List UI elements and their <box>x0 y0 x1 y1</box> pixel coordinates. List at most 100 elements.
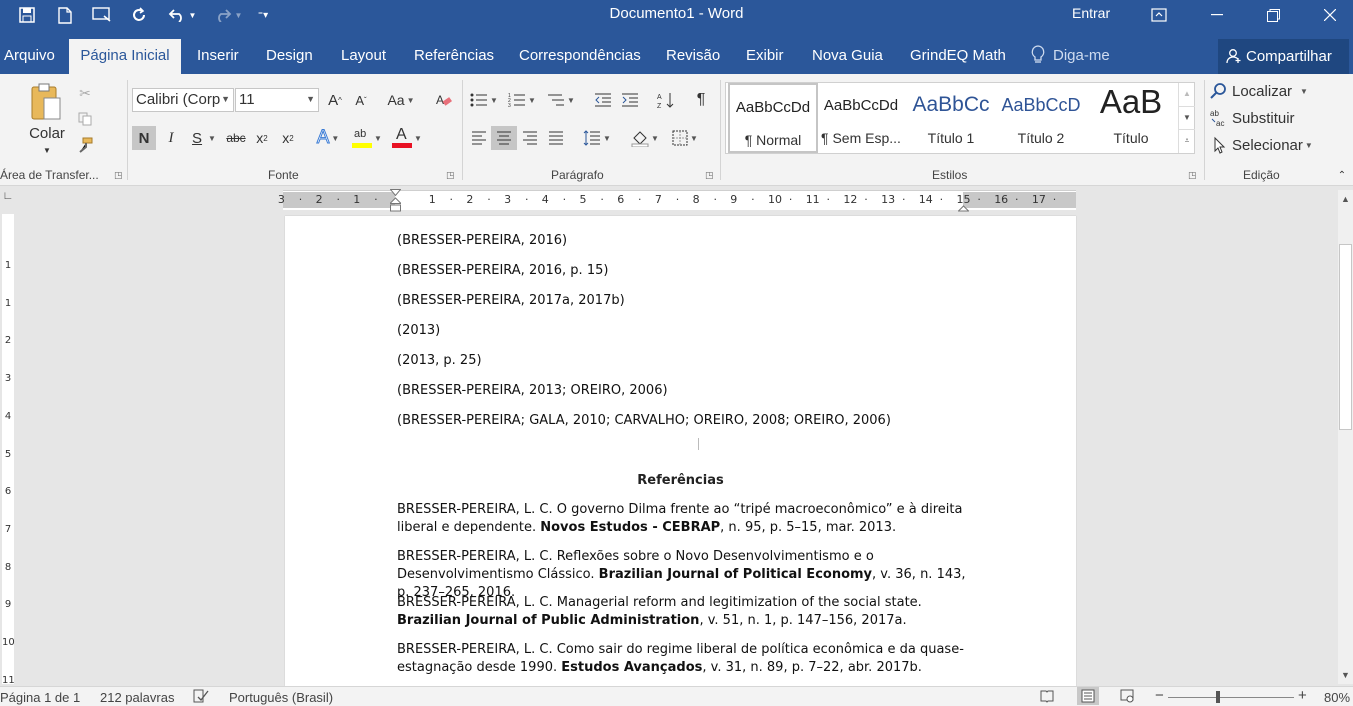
new-doc-icon[interactable] <box>50 0 80 30</box>
style-titulo-2[interactable]: AaBbCcD Título 2 <box>996 83 1086 153</box>
sign-in-link[interactable]: Entrar <box>1072 5 1110 21</box>
tab-design[interactable]: Design <box>266 47 313 64</box>
citation-paragraph[interactable]: (BRESSER-PEREIRA, 2013; OREIRO, 2006) <box>397 383 668 398</box>
zoom-slider-track[interactable] <box>1168 697 1294 698</box>
proofing-icon[interactable] <box>193 689 209 706</box>
tab-layout[interactable]: Layout <box>341 47 386 64</box>
redo-repeat-icon[interactable] <box>124 0 154 30</box>
minimize-icon[interactable] <box>1194 0 1240 30</box>
font-size-combo[interactable]: 11 ▼ <box>235 88 319 112</box>
gallery-down-icon[interactable]: ▼ <box>1179 106 1195 129</box>
vertical-ruler[interactable]: 1123456789101112 <box>2 214 15 686</box>
superscript-icon[interactable]: x2 <box>277 126 299 150</box>
reference-entry[interactable]: BRESSER-PEREIRA, L. C. Como sair do regi… <box>397 641 967 677</box>
restore-icon[interactable] <box>1250 0 1296 30</box>
zoom-out-button[interactable]: − <box>1155 687 1164 704</box>
ribbon-display-options-icon[interactable] <box>1136 0 1182 30</box>
style-normal[interactable]: AaBbCcDd ¶ Normal <box>728 83 818 153</box>
style-titulo-1[interactable]: AaBbCc Título 1 <box>906 83 996 153</box>
borders-icon[interactable]: ▼ <box>666 126 704 150</box>
sort-icon[interactable]: AZ <box>654 88 678 112</box>
web-layout-icon[interactable] <box>1120 689 1134 706</box>
style-titulo[interactable]: AaB Título <box>1086 83 1176 153</box>
increase-indent-icon[interactable] <box>618 88 642 112</box>
select-button[interactable]: Selecionar ▼ <box>1210 134 1320 156</box>
scroll-down-icon[interactable]: ▼ <box>1338 670 1353 680</box>
align-center-icon[interactable] <box>491 126 517 150</box>
find-button[interactable]: Localizar ▼ <box>1210 80 1320 102</box>
citation-paragraph[interactable]: (2013) <box>397 323 440 338</box>
citation-paragraph[interactable]: (BRESSER-PEREIRA, 2016) <box>397 233 567 248</box>
tab-arquivo[interactable]: Arquivo <box>4 47 55 64</box>
change-case-button[interactable]: Aa ▼ <box>384 88 418 112</box>
vertical-scrollbar[interactable]: ▲ ▼ <box>1338 190 1353 684</box>
styles-launcher-icon[interactable]: ◳ <box>1188 170 1197 181</box>
collapse-ribbon-icon[interactable]: ⌃ <box>1334 168 1350 182</box>
numbering-icon[interactable]: 1 2 3 ▼ <box>505 88 539 112</box>
replace-button[interactable]: ab ac Substituir <box>1210 107 1320 129</box>
citation-paragraph[interactable]: (2013, p. 25) <box>397 353 482 368</box>
line-spacing-icon[interactable]: ▼ <box>580 126 614 150</box>
align-left-icon[interactable] <box>467 126 491 150</box>
bullets-icon[interactable]: ▼ <box>467 88 501 112</box>
save-icon[interactable] <box>12 0 42 30</box>
tab-grindeq-math[interactable]: GrindEQ Math <box>910 47 1006 64</box>
justify-icon[interactable] <box>544 126 568 150</box>
subscript-icon[interactable]: x2 <box>251 126 273 150</box>
redo-icon[interactable]: ▼ <box>208 0 248 30</box>
tab-correspondencias[interactable]: Correspondências <box>519 47 641 64</box>
document-page[interactable]: (BRESSER-PEREIRA, 2016) (BRESSER-PEREIRA… <box>285 216 1076 686</box>
share-button[interactable]: Compartilhar <box>1218 39 1349 74</box>
paste-button[interactable]: Colar <box>26 124 68 142</box>
right-indent-marker[interactable] <box>957 199 970 215</box>
tab-revisao[interactable]: Revisão <box>666 47 720 64</box>
paste-dropdown-icon[interactable]: ▼ <box>40 146 54 155</box>
text-effects-icon[interactable]: A ▼ <box>310 126 346 150</box>
customize-icon[interactable]: ⁼▾ <box>248 0 278 30</box>
strikethrough-button[interactable]: abc <box>224 126 248 150</box>
cut-icon[interactable]: ✂ <box>74 82 96 104</box>
tab-pagina-inicial[interactable]: Página Inicial <box>69 39 181 74</box>
copy-icon[interactable] <box>74 108 96 130</box>
grow-font-icon[interactable]: A ^ <box>324 88 346 112</box>
word-count[interactable]: 212 palavras <box>100 690 174 705</box>
touch-mode-icon[interactable] <box>87 0 117 30</box>
language-indicator[interactable]: Português (Brasil) <box>229 690 333 705</box>
font-name-combo[interactable]: Calibri (Corp ▼ <box>132 88 234 112</box>
decrease-indent-icon[interactable] <box>591 88 615 112</box>
show-formatting-button[interactable]: ¶ <box>689 88 713 112</box>
reference-entry[interactable]: BRESSER-PEREIRA, L. C. Managerial reform… <box>397 594 967 630</box>
zoom-level[interactable]: 80% <box>1324 690 1350 705</box>
shrink-font-icon[interactable]: Aˇ <box>350 88 372 112</box>
tab-inserir[interactable]: Inserir <box>197 47 239 64</box>
citation-paragraph[interactable]: (BRESSER-PEREIRA; GALA, 2010; CARVALHO; … <box>397 413 891 428</box>
scroll-up-icon[interactable]: ▲ <box>1338 194 1353 204</box>
italic-button[interactable]: I <box>160 126 182 150</box>
font-launcher-icon[interactable]: ◳ <box>446 170 455 181</box>
reference-entry[interactable]: BRESSER-PEREIRA, L. C. O governo Dilma f… <box>397 501 967 537</box>
paste-icon[interactable] <box>28 82 64 127</box>
align-right-icon[interactable] <box>518 126 542 150</box>
clipboard-launcher-icon[interactable]: ◳ <box>114 170 123 181</box>
clear-formatting-icon[interactable]: A <box>432 88 456 112</box>
zoom-slider-thumb[interactable] <box>1216 691 1220 703</box>
format-painter-icon[interactable] <box>74 134 96 156</box>
tab-selector-icon[interactable]: ∟ <box>0 190 16 210</box>
gallery-up-icon[interactable]: ▲ <box>1179 83 1195 106</box>
underline-button[interactable]: S ▼ <box>186 126 222 150</box>
tab-referencias[interactable]: Referências <box>414 47 494 64</box>
shading-icon[interactable]: ▼ <box>626 126 664 150</box>
gallery-more-icon[interactable]: ⩡ <box>1179 129 1195 152</box>
style-sem-espacamento[interactable]: AaBbCcDd ¶ Sem Esp... <box>816 83 906 153</box>
undo-icon[interactable]: ▼ <box>162 0 202 30</box>
print-layout-icon[interactable] <box>1077 687 1099 705</box>
citation-paragraph[interactable]: (BRESSER-PEREIRA, 2017a, 2017b) <box>397 293 625 308</box>
horizontal-ruler[interactable]: 3 · 2 · 1 · 1 · 2 · 3 · 4 · 5 · 6 · 7 · 8 · 9 · 10 · 11 · 12 · 13 · 14 · 1… <box>278 189 1076 212</box>
font-color-icon[interactable]: A ▼ <box>388 126 426 150</box>
references-heading[interactable]: Referências <box>285 473 1076 488</box>
read-mode-icon[interactable] <box>1040 689 1054 706</box>
tell-me-search[interactable]: Diga-me <box>1053 47 1110 64</box>
page-count[interactable]: Página 1 de 1 <box>0 690 80 705</box>
multilevel-list-icon[interactable]: ▼ <box>543 88 579 112</box>
citation-paragraph[interactable]: (BRESSER-PEREIRA, 2016, p. 15) <box>397 263 608 278</box>
